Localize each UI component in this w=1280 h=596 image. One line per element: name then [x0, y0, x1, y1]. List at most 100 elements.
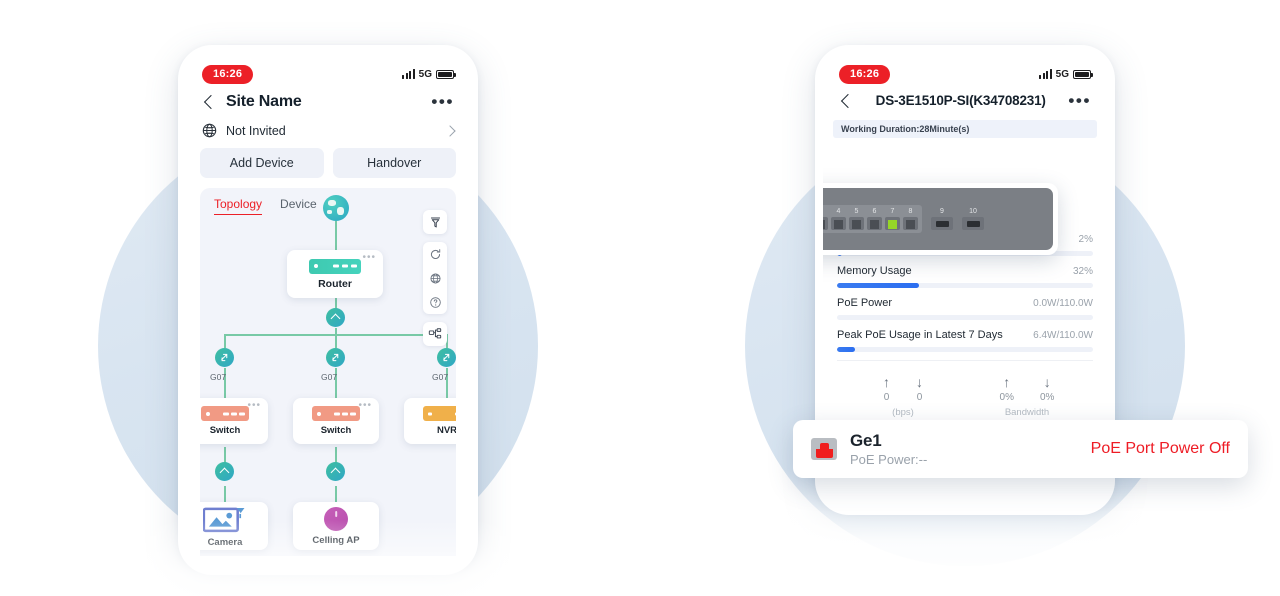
globe-grid-icon[interactable]: [423, 266, 447, 290]
tab-topology[interactable]: Topology: [214, 197, 263, 215]
node-switch-2[interactable]: ••• Switch: [293, 398, 379, 444]
invite-status-row[interactable]: Not Invited: [186, 121, 470, 148]
poe-port-text: Ge1 PoE Power:--: [850, 431, 927, 467]
metric-download-bps: ↓ 0: [916, 375, 923, 403]
status-bar-right: 16:26 5G: [823, 53, 1107, 87]
caption-bps: (bps): [892, 407, 914, 418]
port-5[interactable]: 5: [849, 208, 864, 230]
node-label-switch-1: Switch: [209, 425, 241, 436]
stat-peak-poe: Peak PoE Usage in Latest 7 Days 6.4W/110…: [837, 320, 1093, 352]
metric-upload-bandwidth: ↑ 0%: [1000, 375, 1014, 403]
poe-port-status-label: PoE Port Power Off: [1090, 440, 1230, 457]
port-8[interactable]: 8: [903, 208, 918, 230]
tab-device[interactable]: Device: [280, 197, 317, 215]
phone-mockup-left: 16:26 5G Site Name ••• Not Invited Add D…: [178, 45, 478, 575]
poe-port-status-card[interactable]: Ge1 PoE Power:-- PoE Port Power Off: [793, 420, 1248, 478]
ceiling-ap-icon: [324, 506, 348, 531]
rj45-jack-icon: [885, 217, 900, 230]
port-9[interactable]: 9: [931, 208, 953, 230]
more-options-button[interactable]: •••: [431, 93, 454, 110]
port-label-2: G07: [321, 372, 338, 382]
tool-group-view: [423, 242, 447, 314]
refresh-icon[interactable]: [423, 242, 447, 266]
battery-icon: [1073, 69, 1093, 79]
sfp-slot-icon: [931, 217, 953, 230]
node-ap[interactable]: Celling AP: [293, 502, 388, 556]
signal-bars-icon: [402, 69, 415, 79]
port-4[interactable]: 4: [831, 208, 846, 230]
port-7[interactable]: 7: [885, 208, 900, 230]
node-more-icon[interactable]: •••: [362, 253, 376, 263]
nav-bar-right: DS-3E1510P-SI(K34708231) •••: [823, 87, 1107, 118]
collapse-chip-router[interactable]: [326, 308, 345, 327]
metric-value: 0%: [1040, 392, 1055, 403]
node-switch-1[interactable]: ••• Switch: [200, 398, 268, 444]
stat-memory-usage: Memory Usage 32%: [837, 256, 1093, 288]
chevron-right-icon: [444, 124, 456, 137]
port-number: 6: [872, 208, 877, 215]
topology-tool-rail: [423, 210, 447, 346]
stat-value: 32%: [1072, 266, 1093, 277]
filter-funnel-icon[interactable]: [423, 210, 447, 234]
poe-port-name: Ge1: [850, 431, 882, 450]
more-options-button[interactable]: •••: [1068, 92, 1091, 109]
metric-group-bandwidth: ↑ 0% ↓ 0%: [965, 375, 1089, 403]
back-button[interactable]: [839, 94, 853, 108]
port-chip-3[interactable]: [437, 348, 456, 367]
topology-tree-icon[interactable]: [423, 322, 447, 346]
arrow-up-icon: ↑: [883, 374, 890, 390]
caption-bandwidth: Bandwidth: [1004, 407, 1050, 418]
node-more-icon[interactable]: •••: [247, 401, 261, 411]
signal-bars-icon: [1039, 69, 1052, 79]
port-3[interactable]: 3: [823, 208, 828, 230]
port-10[interactable]: 10: [962, 208, 984, 230]
switch-chassis: 1 2 3 4 5 6 7 8 9 10: [823, 188, 1053, 250]
port-6[interactable]: 6: [867, 208, 882, 230]
port-number: 5: [854, 208, 859, 215]
working-duration-banner: Working Duration:28Minute(s): [833, 120, 1097, 138]
device-title: DS-3E1510P-SI(K34708231): [875, 93, 1046, 108]
traffic-metrics-row: ↑ 0 ↓ 0 ↑ 0% ↓ 0%: [823, 361, 1107, 403]
arrow-up-icon: ↑: [1003, 374, 1011, 390]
arrow-down-icon: ↓: [1043, 374, 1051, 390]
node-more-icon[interactable]: •••: [358, 401, 372, 411]
port-label-3: G07: [432, 372, 449, 382]
stat-value: 2%: [1078, 234, 1093, 245]
screenshot-stage: 16:26 5G Site Name ••• Not Invited Add D…: [0, 0, 1280, 596]
node-nvr[interactable]: ••• NVR: [404, 398, 456, 444]
metric-upload-bps: ↑ 0: [883, 375, 890, 403]
collapse-chip-switch-1[interactable]: [215, 462, 234, 481]
link-chip-ap: [335, 486, 337, 502]
status-bar-left: 16:26 5G: [186, 53, 470, 87]
globe-icon: [202, 123, 217, 138]
status-indicators: 5G: [1039, 69, 1093, 80]
handover-button[interactable]: Handover: [332, 148, 456, 178]
topology-canvas[interactable]: ••• Router G07 G07 G07 ••• Switch ••• Sw…: [200, 188, 456, 556]
back-button[interactable]: [202, 95, 216, 109]
switch-port-panel[interactable]: 1 2 3 4 5 6 7 8 9 10: [823, 183, 1058, 255]
node-router[interactable]: ••• Router: [287, 250, 383, 298]
rj45-port-icon: [811, 438, 837, 460]
sfp-slot-icon: [962, 217, 984, 230]
rj45-port-bank: 1 2 3 4 5 6 7 8: [823, 205, 922, 233]
stat-progress-track: [837, 347, 1093, 352]
node-label-ap: Celling AP: [312, 534, 360, 546]
metric-group-throughput: ↑ 0 ↓ 0: [841, 375, 965, 403]
port-chip-1[interactable]: [215, 348, 234, 367]
link-bus-drop-1: [224, 334, 226, 348]
help-circle-icon[interactable]: [423, 290, 447, 314]
stat-label: PoE Power: [837, 297, 893, 309]
node-camera[interactable]: Camera: [200, 502, 277, 556]
battery-icon: [436, 69, 456, 79]
status-clock: 16:26: [839, 64, 891, 84]
rj45-jack-icon: [831, 217, 846, 230]
port-chip-2[interactable]: [326, 348, 345, 367]
metric-captions-row: (bps) Bandwidth: [823, 403, 1107, 418]
switch-device-icon: [312, 406, 360, 421]
camera-icon: [203, 507, 245, 532]
collapse-chip-switch-2[interactable]: [326, 462, 345, 481]
add-device-button[interactable]: Add Device: [200, 148, 324, 178]
poe-power-value: PoE Power:--: [850, 452, 928, 467]
metric-value: 0: [883, 392, 890, 403]
stat-progress-fill: [837, 347, 855, 352]
